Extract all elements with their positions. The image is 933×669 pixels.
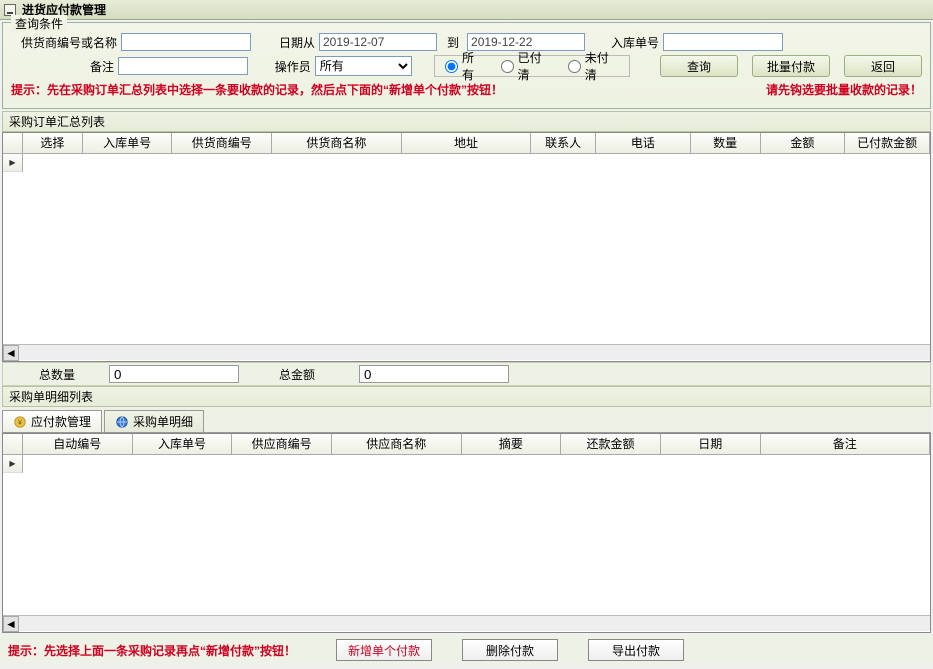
add-payment-button[interactable]: 新增单个付款 [336, 639, 432, 661]
status-paid[interactable]: 已付清 [501, 49, 552, 83]
operator-label: 操作员 [266, 58, 315, 75]
scroll-left-icon[interactable]: ◄ [3, 616, 19, 632]
operator-select[interactable]: 所有 [315, 56, 412, 76]
status-radio-group: 所有 已付清 未付清 [434, 55, 630, 77]
column-header[interactable]: 金额 [761, 133, 846, 153]
row-marker-icon [3, 154, 23, 172]
query-fieldset: 查询条件 供货商编号或名称 日期从 到 入库单号 备注 操作员 所有 所有 已付… [2, 22, 931, 109]
column-header[interactable]: 供应商名称 [332, 434, 462, 454]
money-icon: ¥ [13, 415, 27, 429]
bottom-bar: 提示：先选择上面一条采购记录再点“新增付款”按钮！ 新增单个付款 删除付款 导出… [0, 635, 933, 665]
export-payment-button[interactable]: 导出付款 [588, 639, 684, 661]
detail-grid[interactable]: 自动编号入库单号供应商编号供应商名称摘要还款金额日期备注 ◄ [2, 433, 931, 633]
minimize-icon[interactable] [4, 4, 16, 16]
column-header[interactable]: 联系人 [531, 133, 596, 153]
remark-input[interactable] [118, 57, 248, 75]
column-header[interactable]: 选择 [23, 133, 83, 153]
remark-label: 备注 [11, 58, 118, 75]
query-legend: 查询条件 [11, 15, 67, 32]
column-header[interactable]: 入库单号 [83, 133, 173, 153]
tab-detail[interactable]: 采购单明细 [104, 410, 204, 432]
total-amount-label: 总金额 [239, 366, 359, 383]
column-header[interactable]: 供货商名称 [272, 133, 402, 153]
column-header[interactable]: 摘要 [462, 434, 562, 454]
column-header[interactable]: 入库单号 [133, 434, 233, 454]
column-header[interactable]: 电话 [596, 133, 691, 153]
detail-grid-header: 自动编号入库单号供应商编号供应商名称摘要还款金额日期备注 [3, 434, 930, 455]
delete-payment-button[interactable]: 删除付款 [462, 639, 558, 661]
column-header[interactable]: 数量 [691, 133, 761, 153]
column-header[interactable]: 已付款金额 [845, 133, 930, 153]
globe-icon [115, 415, 129, 429]
svg-text:¥: ¥ [18, 419, 22, 426]
inbound-no-input[interactable] [663, 33, 783, 51]
column-header[interactable] [3, 133, 23, 153]
total-qty-label: 总数量 [9, 366, 109, 383]
tab-payable[interactable]: ¥ 应付款管理 [2, 410, 102, 432]
date-from-label: 日期从 [269, 34, 319, 51]
summary-grid[interactable]: 选择入库单号供货商编号供货商名称地址联系人电话数量金额已付款金额 ◄ [2, 132, 931, 362]
window-titlebar: 进货应付款管理 [0, 0, 933, 20]
column-header[interactable]: 自动编号 [23, 434, 133, 454]
row-marker-icon [3, 455, 23, 473]
column-header[interactable]: 地址 [402, 133, 532, 153]
back-button[interactable]: 返回 [844, 55, 922, 77]
detail-grid-scrollbar[interactable]: ◄ [3, 615, 930, 631]
column-header[interactable]: 供货商编号 [172, 133, 272, 153]
column-header[interactable]: 日期 [661, 434, 761, 454]
date-to-label: 到 [447, 34, 463, 51]
hint-left: 提示：先在采购订单汇总列表中选择一条要收款的记录，然后点下面的“新增单个付款”按… [11, 81, 503, 98]
hint-right: 请先钩选要批量收款的记录！ [766, 81, 922, 98]
date-from-input[interactable] [319, 33, 437, 51]
supplier-input[interactable] [121, 33, 251, 51]
summary-grid-scrollbar[interactable]: ◄ [3, 344, 930, 360]
status-all[interactable]: 所有 [445, 49, 485, 83]
column-header[interactable]: 供应商编号 [232, 434, 332, 454]
summary-grid-header: 选择入库单号供货商编号供货商名称地址联系人电话数量金额已付款金额 [3, 133, 930, 154]
column-header[interactable]: 备注 [761, 434, 930, 454]
inbound-no-label: 入库单号 [603, 34, 663, 51]
query-button[interactable]: 查询 [660, 55, 738, 77]
column-header[interactable] [3, 434, 23, 454]
status-unpaid[interactable]: 未付清 [568, 49, 619, 83]
supplier-label: 供货商编号或名称 [11, 34, 121, 51]
total-amount-value [359, 365, 509, 383]
scroll-left-icon[interactable]: ◄ [3, 345, 19, 361]
totals-bar: 总数量 总金额 [2, 362, 931, 386]
hint-bottom: 提示：先选择上面一条采购记录再点“新增付款”按钮！ [8, 642, 296, 659]
batch-pay-button[interactable]: 批量付款 [752, 55, 830, 77]
grid2-title: 采购单明细列表 [2, 386, 931, 407]
detail-tabs: ¥ 应付款管理 采购单明细 [2, 407, 931, 433]
total-qty-value [109, 365, 239, 383]
grid1-title: 采购订单汇总列表 [2, 111, 931, 132]
column-header[interactable]: 还款金额 [561, 434, 661, 454]
